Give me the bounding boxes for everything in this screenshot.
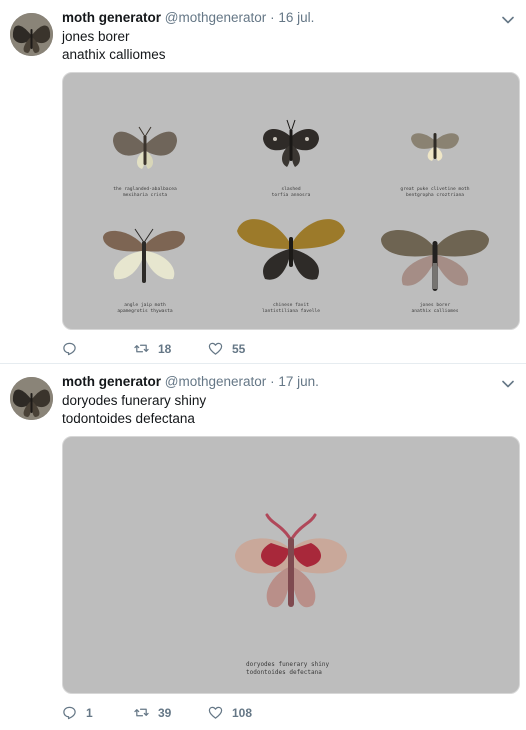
display-name[interactable]: moth generator [62,374,161,389]
tweet-text: jones borer anathix calliomes [62,28,166,64]
tweet-text: doryodes funerary shiny todontoides defe… [62,392,206,428]
tweet-text-line: jones borer [62,29,130,44]
tweet-header: moth generator @mothgenerator · 17 jun. [62,374,319,389]
retweet-icon [134,708,149,717]
like-icon [208,706,223,719]
moth-latin-name: todontoides defectana [246,669,322,676]
moth-latin-name: bentgropha croztriana [405,193,465,198]
like-icon [208,342,223,355]
tweet-media-image[interactable]: doryodes funerary shiny todontoides defe… [62,436,520,694]
retweet-icon [134,344,149,353]
retweet-button[interactable]: 39 [134,705,171,720]
like-count: 55 [232,341,246,356]
tweet-header: moth generator @mothgenerator · 16 jul. [62,10,314,25]
like-button[interactable]: 55 [208,341,245,356]
separator: · [270,374,275,389]
avatar-moth-icon [10,377,53,420]
retweet-count: 18 [158,341,172,356]
tweet-text-line: doryodes funerary shiny [62,393,207,408]
tweet[interactable]: moth generator @mothgenerator · 17 jun. … [0,364,526,730]
user-handle[interactable]: @mothgenerator [165,374,267,389]
moth-latin-name: mexiharia crista [122,193,168,198]
avatar-moth-icon [10,13,53,56]
moth-latin-name: anathix calliomes [411,309,459,314]
chevron-down-icon[interactable] [500,376,516,392]
tweet-date[interactable]: 17 jun. [278,374,319,389]
moth-illustration [113,126,177,169]
like-count: 108 [232,705,253,720]
moth-illustration [381,229,489,291]
reply-icon [63,706,76,720]
avatar[interactable] [10,13,53,56]
moth-latin-name: torfia annosra [271,193,311,198]
moth-illustration [103,228,185,283]
tweet-media-image[interactable]: the raglanded-abalbacea mexiharia crista… [62,72,520,330]
moth-illustration [411,133,459,161]
moth-illustration [263,119,319,167]
retweet-count: 39 [158,705,172,720]
reply-button[interactable] [62,341,86,356]
chevron-down-icon[interactable] [500,12,516,28]
display-name[interactable]: moth generator [62,10,161,25]
separator: · [270,10,275,25]
retweet-button[interactable]: 18 [134,341,171,356]
moth-illustration [237,219,345,280]
moth-latin-name: lantistiliana favelle [261,309,321,314]
tweet-text-line: anathix calliomes [62,47,166,62]
tweet-date[interactable]: 16 jul. [278,10,314,25]
moth-latin-name: apamegrotis thywasta [117,309,173,314]
like-button[interactable]: 108 [208,705,252,720]
avatar[interactable] [10,377,53,420]
reply-count: 1 [86,705,93,720]
tweet[interactable]: moth generator @mothgenerator · 16 jul. … [0,0,526,364]
moth-illustration [235,513,347,608]
tweet-text-line: todontoides defectana [62,411,195,426]
user-handle[interactable]: @mothgenerator [165,10,267,25]
reply-button[interactable]: 1 [62,705,93,720]
moth-common-name: doryodes funerary shiny [246,661,330,668]
reply-icon [63,342,76,356]
